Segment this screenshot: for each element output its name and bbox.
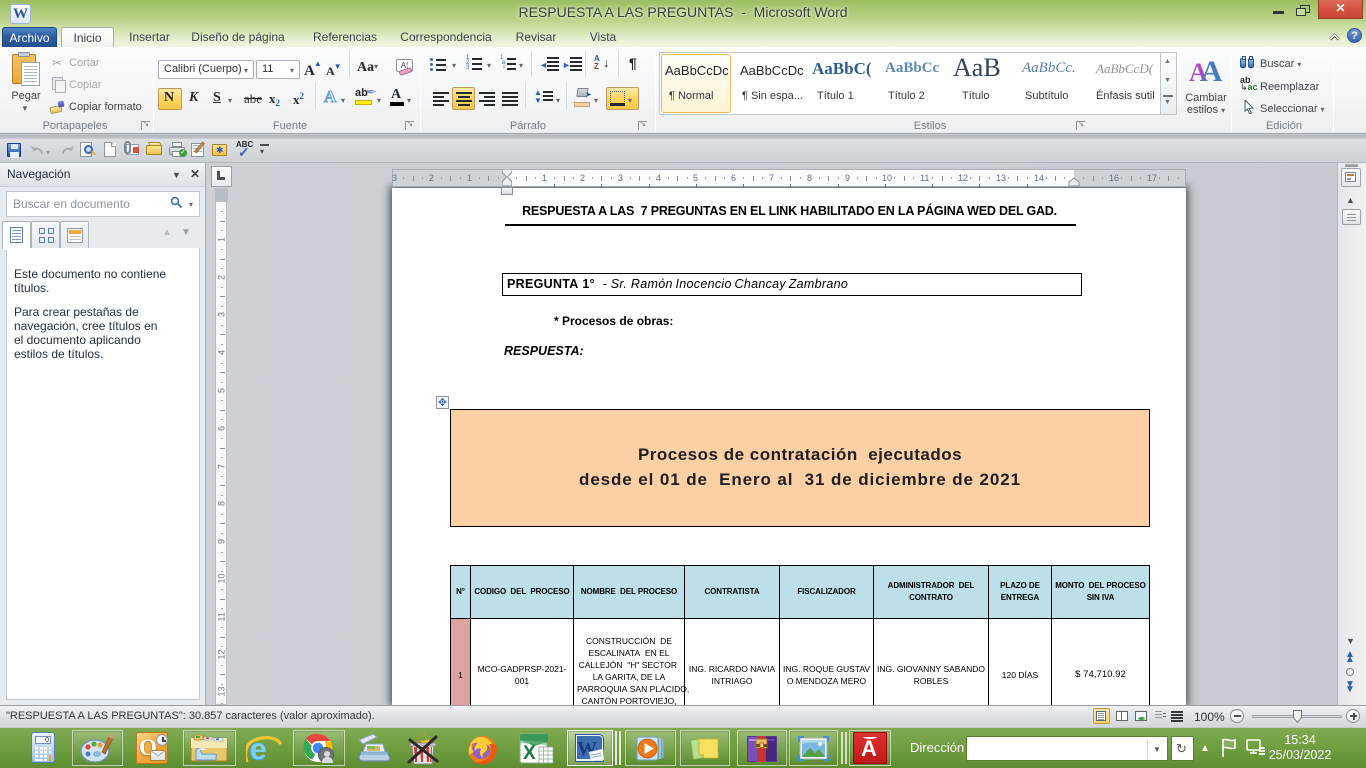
svg-text:X: X: [523, 743, 536, 764]
